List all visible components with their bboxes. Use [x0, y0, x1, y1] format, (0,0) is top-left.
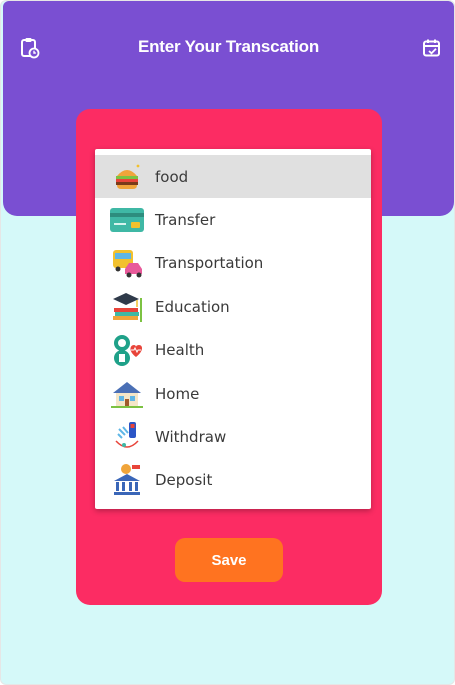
category-dropdown-menu[interactable]: food Transfer Transportation Education H…	[95, 149, 371, 509]
save-button[interactable]: Save	[175, 538, 283, 582]
burger-icon	[109, 159, 145, 195]
dropdown-item-food[interactable]: food	[95, 155, 371, 199]
dropdown-item-label: Deposit	[155, 471, 213, 490]
dropdown-item-education[interactable]: Education	[95, 285, 371, 328]
house-icon	[109, 376, 145, 412]
dropdown-item-label: Transportation	[155, 254, 264, 273]
withdraw-icon	[109, 419, 145, 455]
dropdown-item-health[interactable]: Health	[95, 329, 371, 372]
dropdown-item-label: Withdraw	[155, 428, 227, 447]
bank-deposit-icon	[109, 462, 145, 498]
doctor-heart-icon	[109, 332, 145, 368]
dropdown-item-label: Education	[155, 297, 230, 316]
calendar-check-icon[interactable]	[421, 37, 443, 59]
graduation-books-icon	[109, 289, 145, 325]
dropdown-item-transportation[interactable]: Transportation	[95, 242, 371, 285]
credit-card-icon	[109, 202, 145, 238]
page-title: Enter Your Transcation	[137, 37, 320, 56]
dropdown-item-withdraw[interactable]: Withdraw	[95, 415, 371, 458]
app-screen: Enter Your Transcation food Transfer Tra…	[0, 0, 455, 685]
dropdown-item-label: food	[155, 167, 189, 186]
dropdown-item-transfer[interactable]: Transfer	[95, 198, 371, 241]
dropdown-item-label: Health	[155, 341, 205, 360]
dropdown-item-deposit[interactable]: Deposit	[95, 459, 371, 502]
dropdown-item-home[interactable]: Home	[95, 372, 371, 415]
bus-car-icon	[109, 245, 145, 281]
dropdown-item-label: Home	[155, 384, 200, 403]
dropdown-item-label: Transfer	[155, 211, 216, 230]
